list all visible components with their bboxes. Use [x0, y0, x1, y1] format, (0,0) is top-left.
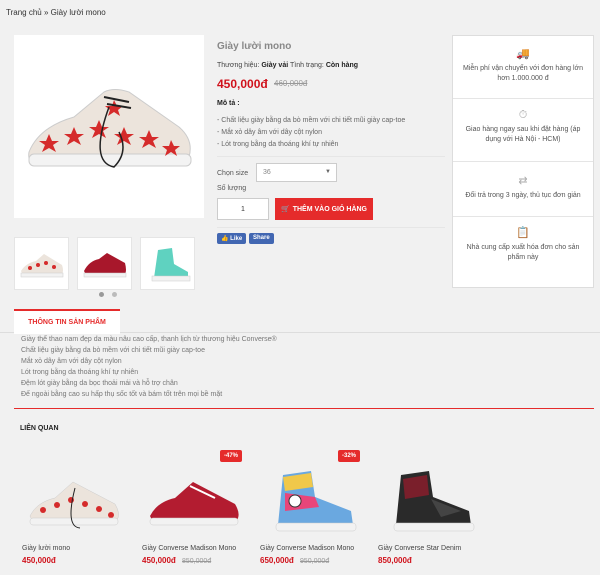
related-product-card[interactable]: -32% Giày Converse Madison Mono 650,000đ…: [258, 450, 368, 570]
breadcrumb: Trang chủ » Giày lười mono: [6, 8, 106, 17]
related-product-price: 450,000đ: [142, 556, 176, 565]
add-to-cart-button[interactable]: 🛒 THÊM VÀO GIỎ HÀNG: [275, 198, 373, 220]
chevron-down-icon: ▼: [325, 169, 331, 175]
facebook-like-button[interactable]: 👍 Like: [217, 233, 247, 244]
related-product-name[interactable]: Giày Converse Madison Mono: [142, 545, 236, 552]
service-text: Giao hàng ngay sau khi đặt hàng (áp: [465, 126, 581, 133]
discount-badge: -32%: [338, 450, 360, 462]
facebook-share-button[interactable]: Share: [249, 233, 274, 244]
product-title: Giày lười mono: [217, 41, 292, 52]
size-select[interactable]: 36 ▼: [256, 163, 337, 182]
info-line: Đế ngoài bằng cao su hấp thụ sốc tốt và …: [21, 391, 223, 398]
brand-label: Thương hiệu:: [217, 62, 260, 69]
stopwatch-icon: ⏱: [518, 109, 528, 121]
related-product-name[interactable]: Giày lười mono: [22, 545, 70, 552]
product-old-price: 460,000đ: [274, 79, 308, 88]
description-item: - Chất liệu giày bằng da bò mềm với chi …: [217, 117, 406, 124]
info-line: Đệm lót giày bằng da bọc thoải mái và hỗ…: [21, 380, 178, 387]
thumbnail-2[interactable]: [77, 237, 132, 290]
tab-product-info[interactable]: THÔNG TIN SẢN PHẨM: [14, 309, 120, 334]
service-text: Nhà cung cấp xuất hóa đơn cho sản: [466, 244, 580, 251]
related-product-price: 650,000đ: [260, 556, 294, 565]
carousel-dot-1[interactable]: [99, 292, 104, 297]
divider: [217, 156, 445, 157]
service-text: Miễn phí vận chuyển với đơn hàng lớn: [462, 65, 583, 72]
thumbnail-1[interactable]: [14, 237, 69, 290]
info-line: Giày thể thao nam đẹp da màu nâu cao cấp…: [21, 336, 277, 343]
status-label: Tình trạng:: [290, 62, 324, 69]
carousel-dot-2[interactable]: [112, 292, 117, 297]
quantity-input[interactable]: 1: [217, 198, 269, 220]
facebook-like-label: Like: [230, 236, 243, 242]
service-item-delivery: ⏱ Giao hàng ngay sau khi đặt hàng (áp dụ…: [453, 110, 593, 145]
service-item-shipping: 🚚 Miễn phí vận chuyển với đơn hàng lớn h…: [453, 49, 593, 84]
section-divider: [14, 408, 594, 409]
info-line: Lót trong bằng da thoáng khí tự nhiên: [21, 369, 139, 376]
related-product-image[interactable]: [20, 462, 130, 542]
related-product-card[interactable]: -47% Giày Converse Madison Mono 450,000đ…: [140, 450, 250, 570]
clipboard-icon: 📋: [516, 227, 530, 239]
related-product-image[interactable]: [376, 462, 486, 542]
divider: [453, 161, 593, 162]
related-product-card[interactable]: Giày Converse Star Denim 850,000đ: [376, 450, 486, 570]
related-product-image[interactable]: [140, 462, 250, 542]
discount-badge: -47%: [220, 450, 242, 462]
service-item-returns: ⇄ Đổi trả trong 3 ngày, thủ tục đơn giản: [453, 176, 593, 201]
divider: [217, 227, 445, 228]
add-to-cart-label: THÊM VÀO GIỎ HÀNG: [292, 205, 367, 213]
breadcrumb-home[interactable]: Trang chủ: [6, 8, 42, 17]
status-value: Còn hàng: [325, 62, 359, 69]
divider: [453, 98, 593, 99]
service-text: dụng với Hà Nội - HCM): [485, 136, 561, 143]
breadcrumb-current: Giày lười mono: [50, 8, 106, 17]
related-product-old-price: 850,000đ: [182, 558, 212, 565]
product-price: 450,000đ: [217, 77, 268, 91]
description-item: - Lót trong bằng da thoáng khí tự nhiên: [217, 141, 339, 148]
description-title: Mô tả :: [217, 100, 240, 107]
service-panel: 🚚 Miễn phí vận chuyển với đơn hàng lớn h…: [452, 35, 594, 288]
exchange-icon: ⇄: [518, 175, 528, 187]
service-text: phẩm này: [507, 254, 539, 261]
related-product-price: 850,000đ: [378, 556, 412, 565]
info-line: Mắt xỏ dây âm với dây cột nylon: [21, 358, 122, 365]
related-product-old-price: 950,000đ: [300, 558, 330, 565]
thumbnail-3[interactable]: [140, 237, 195, 290]
related-product-image[interactable]: [258, 462, 368, 542]
cart-icon: 🛒: [281, 206, 290, 213]
brand-value: Giày vải: [261, 62, 289, 69]
thumbs-up-icon: 👍: [221, 236, 229, 242]
related-product-price: 450,000đ: [22, 556, 56, 565]
service-text: hơn 1.000.000 đ: [497, 75, 549, 82]
related-title: LIÊN QUAN: [20, 425, 59, 432]
breadcrumb-separator: »: [43, 8, 49, 17]
info-line: Chất liệu giày bằng da bò mềm với chi ti…: [21, 347, 205, 354]
product-meta: Thương hiệu: Giày vải Tình trạng: Còn hà…: [217, 62, 358, 69]
main-product-image[interactable]: [14, 35, 204, 218]
description-item: - Mắt xỏ dây âm với dây cột nylon: [217, 129, 322, 136]
related-product-name[interactable]: Giày Converse Madison Mono: [260, 545, 354, 552]
size-label: Chọn size: [217, 170, 249, 177]
related-product-card[interactable]: Giày lười mono 450,000đ: [20, 450, 130, 570]
service-text: Đổi trả trong 3 ngày, thủ tục đơn giản: [465, 192, 581, 199]
size-select-value: 36: [263, 169, 271, 176]
divider: [453, 216, 593, 217]
service-item-invoice: 📋 Nhà cung cấp xuất hóa đơn cho sản phẩm…: [453, 228, 593, 263]
related-product-name[interactable]: Giày Converse Star Denim: [378, 545, 461, 552]
quantity-label: Số lượng: [217, 185, 247, 192]
truck-icon: 🚚: [516, 48, 530, 60]
